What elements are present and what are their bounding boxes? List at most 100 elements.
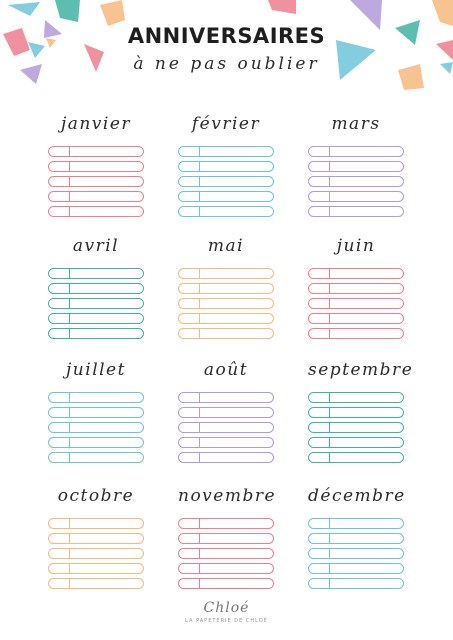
month-block: septembre <box>308 358 414 467</box>
birthday-rows <box>308 518 404 589</box>
birthday-entry-row[interactable] <box>178 268 274 279</box>
month-name: décembre <box>308 486 406 506</box>
month-name: septembre <box>308 360 414 380</box>
month-name: mars <box>331 114 381 134</box>
birthday-entry-row[interactable] <box>178 578 274 589</box>
birthday-rows <box>48 146 144 217</box>
birthday-entry-row[interactable] <box>308 407 404 418</box>
brand-tagline: la papeterie de chloé <box>185 618 268 624</box>
birthday-entry-row[interactable] <box>178 407 274 418</box>
birthday-entry-row[interactable] <box>48 176 144 187</box>
birthday-entry-row[interactable] <box>308 452 404 463</box>
month-block: décembre <box>308 484 404 593</box>
birthday-entry-row[interactable] <box>178 146 274 157</box>
birthday-rows <box>48 518 144 589</box>
month-block: février <box>178 112 274 221</box>
birthday-entry-row[interactable] <box>48 533 144 544</box>
birthday-entry-row[interactable] <box>308 298 404 309</box>
birthday-rows <box>178 268 274 339</box>
birthday-rows <box>308 146 404 217</box>
birthday-entry-row[interactable] <box>308 283 404 294</box>
birthday-entry-row[interactable] <box>48 161 144 172</box>
birthday-rows <box>48 268 144 339</box>
birthday-entry-row[interactable] <box>178 161 274 172</box>
birthday-entry-row[interactable] <box>308 176 404 187</box>
confetti-shape <box>8 2 40 16</box>
month-name: mai <box>207 236 245 256</box>
birthday-entry-row[interactable] <box>178 437 274 448</box>
birthday-entry-row[interactable] <box>48 578 144 589</box>
birthday-entry-row[interactable] <box>178 518 274 529</box>
month-block: juillet <box>48 358 144 467</box>
birthday-entry-row[interactable] <box>48 313 144 324</box>
birthday-entry-row[interactable] <box>178 422 274 433</box>
birthday-entry-row[interactable] <box>48 518 144 529</box>
birthday-entry-row[interactable] <box>178 176 274 187</box>
birthday-entry-row[interactable] <box>178 328 274 339</box>
birthday-entry-row[interactable] <box>308 578 404 589</box>
confetti-shape <box>268 0 296 14</box>
birthday-entry-row[interactable] <box>178 206 274 217</box>
birthday-entry-row[interactable] <box>48 407 144 418</box>
birthday-entry-row[interactable] <box>308 533 404 544</box>
month-name: février <box>191 114 261 134</box>
birthday-entry-row[interactable] <box>308 206 404 217</box>
confetti-shape <box>55 0 80 22</box>
page-subtitle: à ne pas oublier <box>133 54 320 74</box>
birthday-entry-row[interactable] <box>48 268 144 279</box>
month-block: janvier <box>48 112 144 221</box>
birthday-rows <box>178 392 274 463</box>
birthday-entry-row[interactable] <box>308 392 404 403</box>
birthday-entry-row[interactable] <box>48 563 144 574</box>
birthday-entry-row[interactable] <box>48 191 144 202</box>
birthday-entry-row[interactable] <box>48 437 144 448</box>
birthday-entry-row[interactable] <box>178 313 274 324</box>
birthday-rows <box>308 392 404 463</box>
birthday-entry-row[interactable] <box>48 392 144 403</box>
birthday-entry-row[interactable] <box>178 548 274 559</box>
birthday-entry-row[interactable] <box>308 191 404 202</box>
month-name: janvier <box>60 114 132 134</box>
birthday-entry-row[interactable] <box>178 298 274 309</box>
birthday-rows <box>308 268 404 339</box>
birthday-entry-row[interactable] <box>308 268 404 279</box>
birthday-entry-row[interactable] <box>178 283 274 294</box>
month-block: octobre <box>48 484 144 593</box>
month-block: août <box>178 358 274 467</box>
month-block: avril <box>48 234 144 343</box>
birthday-entry-row[interactable] <box>178 452 274 463</box>
birthday-entry-row[interactable] <box>178 563 274 574</box>
birthday-entry-row[interactable] <box>308 548 404 559</box>
birthday-entry-row[interactable] <box>308 146 404 157</box>
month-block: novembre <box>178 484 277 593</box>
birthday-entry-row[interactable] <box>178 191 274 202</box>
month-name: avril <box>72 236 120 256</box>
birthday-entry-row[interactable] <box>308 161 404 172</box>
birthday-entry-row[interactable] <box>48 328 144 339</box>
birthday-entry-row[interactable] <box>48 298 144 309</box>
birthday-rows <box>178 518 274 589</box>
birthday-entry-row[interactable] <box>48 146 144 157</box>
month-name: novembre <box>178 486 277 506</box>
birthday-entry-row[interactable] <box>178 392 274 403</box>
month-name: juin <box>336 236 376 256</box>
birthday-entry-row[interactable] <box>48 422 144 433</box>
birthday-entry-row[interactable] <box>308 437 404 448</box>
birthday-entry-row[interactable] <box>48 452 144 463</box>
birthday-entry-row[interactable] <box>308 313 404 324</box>
birthday-entry-row[interactable] <box>308 422 404 433</box>
birthday-entry-row[interactable] <box>308 563 404 574</box>
birthday-entry-row[interactable] <box>308 328 404 339</box>
birthday-entry-row[interactable] <box>48 206 144 217</box>
birthday-entry-row[interactable] <box>48 548 144 559</box>
birthday-entry-row[interactable] <box>178 533 274 544</box>
birthday-entry-row[interactable] <box>48 283 144 294</box>
birthday-rows <box>178 146 274 217</box>
page-title: ANNIVERSAIRES <box>127 24 326 48</box>
month-name: août <box>203 360 249 380</box>
month-name: juillet <box>66 360 126 380</box>
month-block: mars <box>308 112 404 221</box>
month-block: juin <box>308 234 404 343</box>
birthday-entry-row[interactable] <box>308 518 404 529</box>
month-name: octobre <box>57 486 135 506</box>
